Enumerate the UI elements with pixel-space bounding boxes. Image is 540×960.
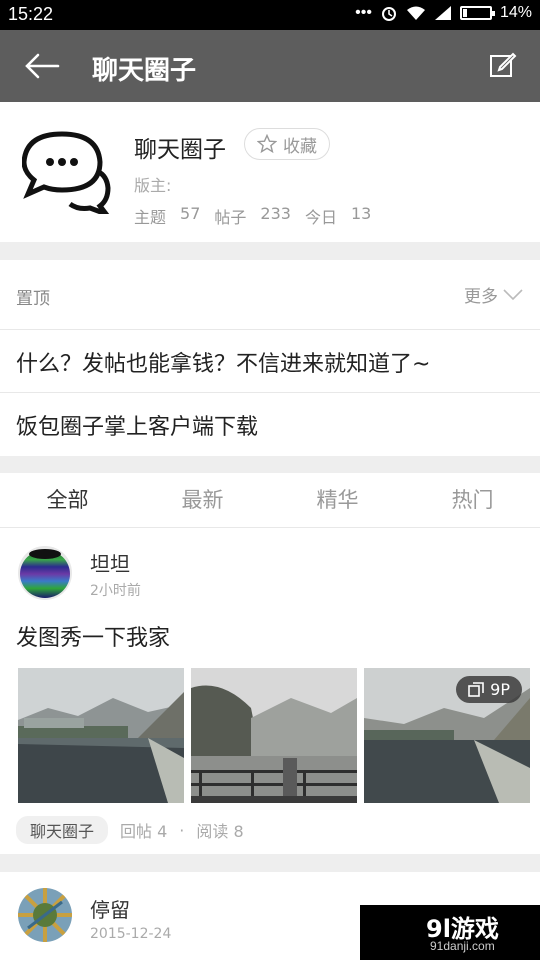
chat-bubbles-icon [21,130,114,220]
signal-icon [434,6,451,20]
tab-all[interactable]: 全部 [0,473,135,527]
separator-dot: · [179,820,185,840]
battery-percent: 14% [499,4,532,21]
post-author[interactable]: 停留 [90,894,130,923]
alarm-icon [381,7,396,21]
more-button[interactable]: 更多 [464,282,524,307]
gallery-icon [468,681,484,697]
post-time: 2015-12-24 [90,926,172,942]
post-title[interactable]: 发图秀一下我家 [16,620,170,652]
pinned-header: 置顶 更多 [0,260,540,330]
post-author[interactable]: 坦坦 [90,548,130,577]
group-name: 聊天圈子 [134,137,226,163]
chevron-down-icon [503,288,523,300]
group-card: 聊天圈子 收藏 版主: 主题 57 帖子 233 今日 13 [0,102,540,242]
post-card[interactable]: 坦坦 2小时前 发图秀一下我家 9P 聊天圈子 回帖 4 · 阅读 8 [0,528,540,854]
pinned-label: 置顶 [16,289,50,309]
back-button[interactable] [22,48,62,84]
avatar[interactable] [18,888,72,942]
compose-button[interactable] [488,50,518,80]
edit-icon [490,52,517,77]
more-label: 更多 [464,287,498,307]
post-image[interactable]: 9P [364,668,530,803]
reply-count: 回帖 4 [120,822,168,841]
view-count: 阅读 8 [196,822,244,841]
post-image[interactable] [18,668,184,803]
filter-tabs: 全部 最新 精华 热门 [0,473,540,528]
arrow-left-icon [25,53,60,79]
image-count-badge: 9P [456,676,522,703]
tab-featured[interactable]: 精华 [270,473,405,527]
pinned-item[interactable]: 饭包圈子掌上客户端下载 [0,393,540,456]
post-image[interactable] [191,668,357,803]
star-icon [257,134,277,154]
post-footer: 聊天圈子 回帖 4 · 阅读 8 [16,816,244,844]
more-dots-icon: ••• [355,4,372,21]
avatar[interactable] [18,546,72,600]
status-icons: ••• 14% [355,4,532,22]
favorite-button[interactable]: 收藏 [244,128,330,160]
stat-today: 今日 13 [304,204,372,227]
pinned-item[interactable]: 什么？发帖也能拿钱？不信进来就知道了~ [0,330,540,393]
battery-icon [459,6,495,20]
app-bar: 聊天圈子 [0,30,540,102]
page-title: 聊天圈子 [92,56,197,86]
watermark-url: 91danji.com [430,939,495,953]
wifi-icon [406,6,425,20]
stat-posts: 帖子 233 [214,204,291,227]
status-time: 15:22 [8,4,54,24]
moderator-label: 版主: [134,176,172,195]
tab-hot[interactable]: 热门 [405,473,540,527]
group-stats: 主题 57 帖子 233 今日 13 [134,204,373,228]
stat-topics: 主题 57 [134,204,201,227]
group-tag[interactable]: 聊天圈子 [16,816,109,844]
watermark-logo: 9l游戏 91danji.com [360,905,540,960]
status-bar: 15:22 ••• 14% [0,0,540,30]
favorite-label: 收藏 [283,136,317,157]
tab-latest[interactable]: 最新 [135,473,270,527]
post-time: 2小时前 [90,583,141,599]
pinned-section: 置顶 更多 什么？发帖也能拿钱？不信进来就知道了~ 饭包圈子掌上客户端下载 [0,260,540,456]
